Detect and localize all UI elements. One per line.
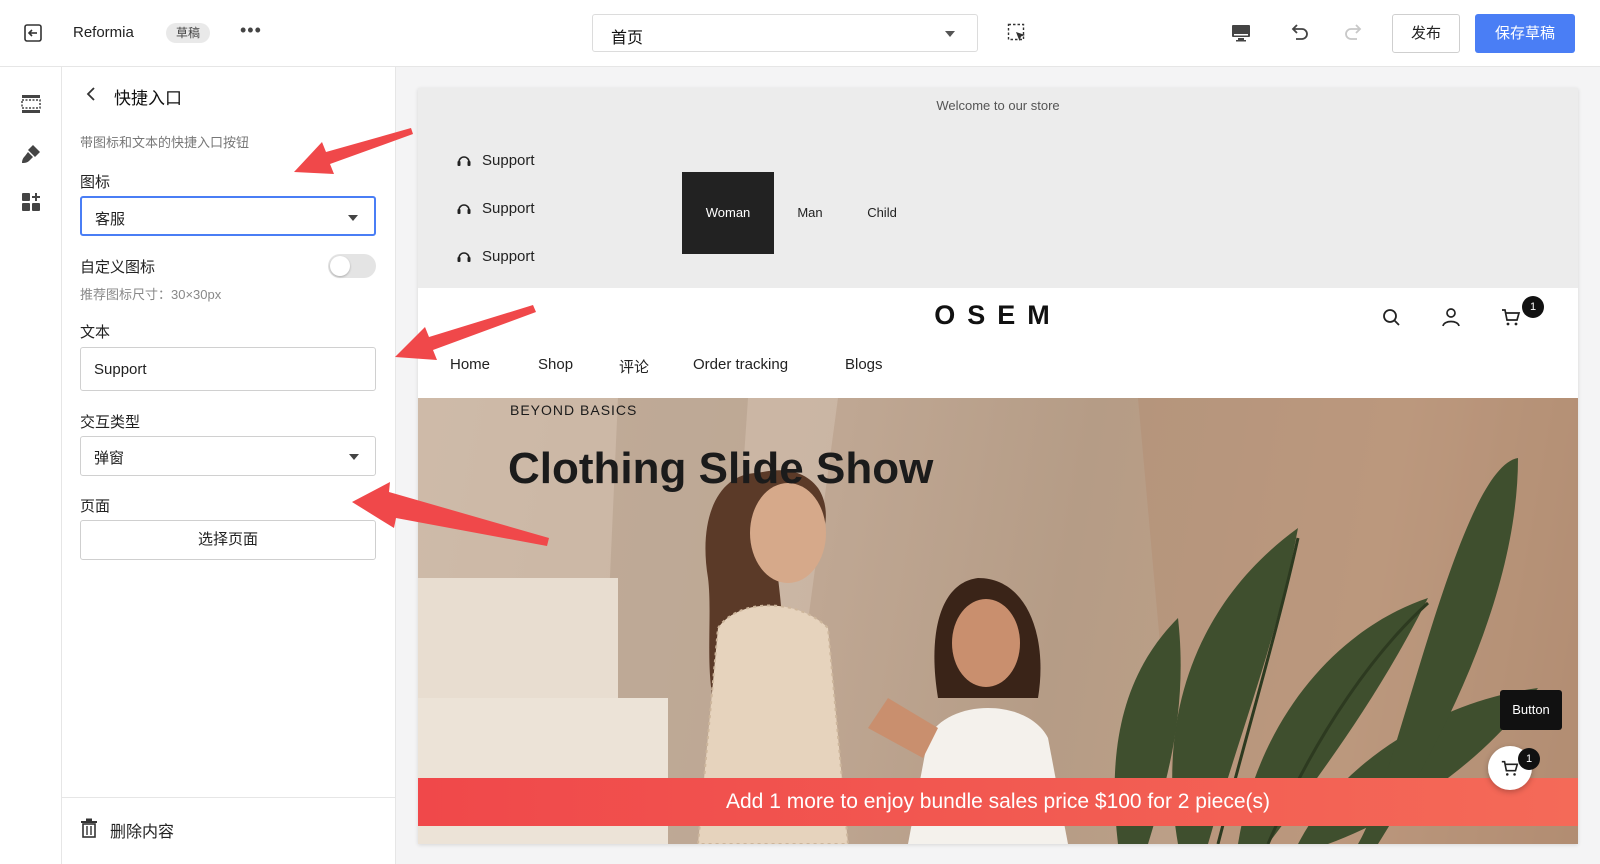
caret-down-icon <box>349 454 359 460</box>
page-field-label: 页面 <box>80 498 111 515</box>
interaction-type-label: 交互类型 <box>80 414 141 431</box>
caret-down-icon <box>945 31 955 37</box>
redo-icon[interactable] <box>1342 21 1366 45</box>
cursor-select-icon[interactable] <box>1007 23 1027 43</box>
welcome-text: Welcome to our store <box>936 98 1060 113</box>
icon-field-label: 图标 <box>80 174 111 191</box>
text-field-label: 文本 <box>80 324 111 341</box>
category-tab-man[interactable]: Man <box>782 172 838 254</box>
user-icon[interactable] <box>1440 306 1462 328</box>
sections-icon[interactable] <box>20 93 42 115</box>
publish-button[interactable]: 发布 <box>1392 14 1460 53</box>
panel-title: 快捷入口 <box>114 89 182 108</box>
quick-entry-label: Support <box>482 248 535 265</box>
custom-icon-toggle[interactable] <box>328 254 376 278</box>
announcement-area: Welcome to our store Support Support Sup… <box>418 88 1578 288</box>
panel-description: 带图标和文本的快捷入口按钮 <box>80 135 250 150</box>
trash-icon[interactable] <box>80 818 98 838</box>
quick-entry-label: Support <box>482 200 535 217</box>
category-tab-child[interactable]: Child <box>854 172 910 254</box>
cart-icon[interactable] <box>1500 306 1522 328</box>
store-name: Reformia <box>73 24 134 41</box>
more-menu-button[interactable]: ••• <box>240 20 262 41</box>
settings-panel: 快捷入口 带图标和文本的快捷入口按钮 图标 客服 自定义图标 推荐图标尺寸：30… <box>62 67 396 864</box>
headset-icon <box>457 252 471 262</box>
nav-home[interactable]: Home <box>450 356 490 373</box>
icon-select-value: 客服 <box>95 211 126 228</box>
headset-icon <box>457 156 471 166</box>
search-icon[interactable] <box>1380 306 1402 328</box>
floating-button[interactable]: Button <box>1500 690 1562 730</box>
apps-icon[interactable] <box>20 191 42 213</box>
save-draft-button[interactable]: 保存草稿 <box>1475 14 1575 53</box>
category-tab-woman[interactable]: Woman <box>682 172 774 254</box>
bundle-promo-bar[interactable]: Add 1 more to enjoy bundle sales price $… <box>418 778 1578 826</box>
custom-icon-label: 自定义图标 <box>80 259 156 276</box>
toggle-knob <box>330 256 350 276</box>
store-preview: Welcome to our store Support Support Sup… <box>418 88 1578 844</box>
store-header: OSEM 1 Home Shop 评论 Order tracking Blogs <box>418 288 1578 398</box>
cart-count-badge: 1 <box>1522 296 1544 318</box>
floating-cart-count: 1 <box>1518 748 1540 770</box>
top-bar: Reformia 草稿 ••• 首页 发布 保存草稿 <box>0 0 1600 67</box>
undo-icon[interactable] <box>1287 21 1311 45</box>
caret-down-icon <box>348 215 358 221</box>
exit-icon[interactable] <box>22 22 44 44</box>
choose-page-button[interactable]: 选择页面 <box>80 520 376 560</box>
theme-brush-icon[interactable] <box>20 143 42 165</box>
left-rail <box>0 67 62 864</box>
panel-footer: 删除内容 <box>62 797 396 864</box>
quick-entry-label: Support <box>482 152 535 169</box>
delete-content-button[interactable]: 删除内容 <box>110 818 174 842</box>
hero-headline: Clothing Slide Show <box>508 444 934 493</box>
nav-shop[interactable]: Shop <box>538 356 573 373</box>
page-select-value: 首页 <box>611 30 644 47</box>
headset-icon <box>457 204 471 214</box>
page-select[interactable]: 首页 <box>592 14 978 52</box>
text-input[interactable] <box>80 347 376 391</box>
nav-blogs[interactable]: Blogs <box>845 356 883 373</box>
chevron-left-icon[interactable] <box>84 86 98 102</box>
icon-size-hint: 推荐图标尺寸：30×30px <box>80 287 222 302</box>
interaction-type-value: 弹窗 <box>94 450 125 467</box>
nav-order-tracking[interactable]: Order tracking <box>693 356 788 373</box>
nav-reviews[interactable]: 评论 <box>619 356 649 377</box>
interaction-type-select[interactable]: 弹窗 <box>80 436 376 476</box>
store-logo[interactable]: OSEM <box>418 300 1578 331</box>
desktop-icon[interactable] <box>1230 22 1252 44</box>
status-badge: 草稿 <box>166 23 211 43</box>
hero-eyebrow: BEYOND BASICS <box>510 402 638 418</box>
icon-select[interactable]: 客服 <box>80 196 376 236</box>
cart-icon <box>1501 760 1519 776</box>
